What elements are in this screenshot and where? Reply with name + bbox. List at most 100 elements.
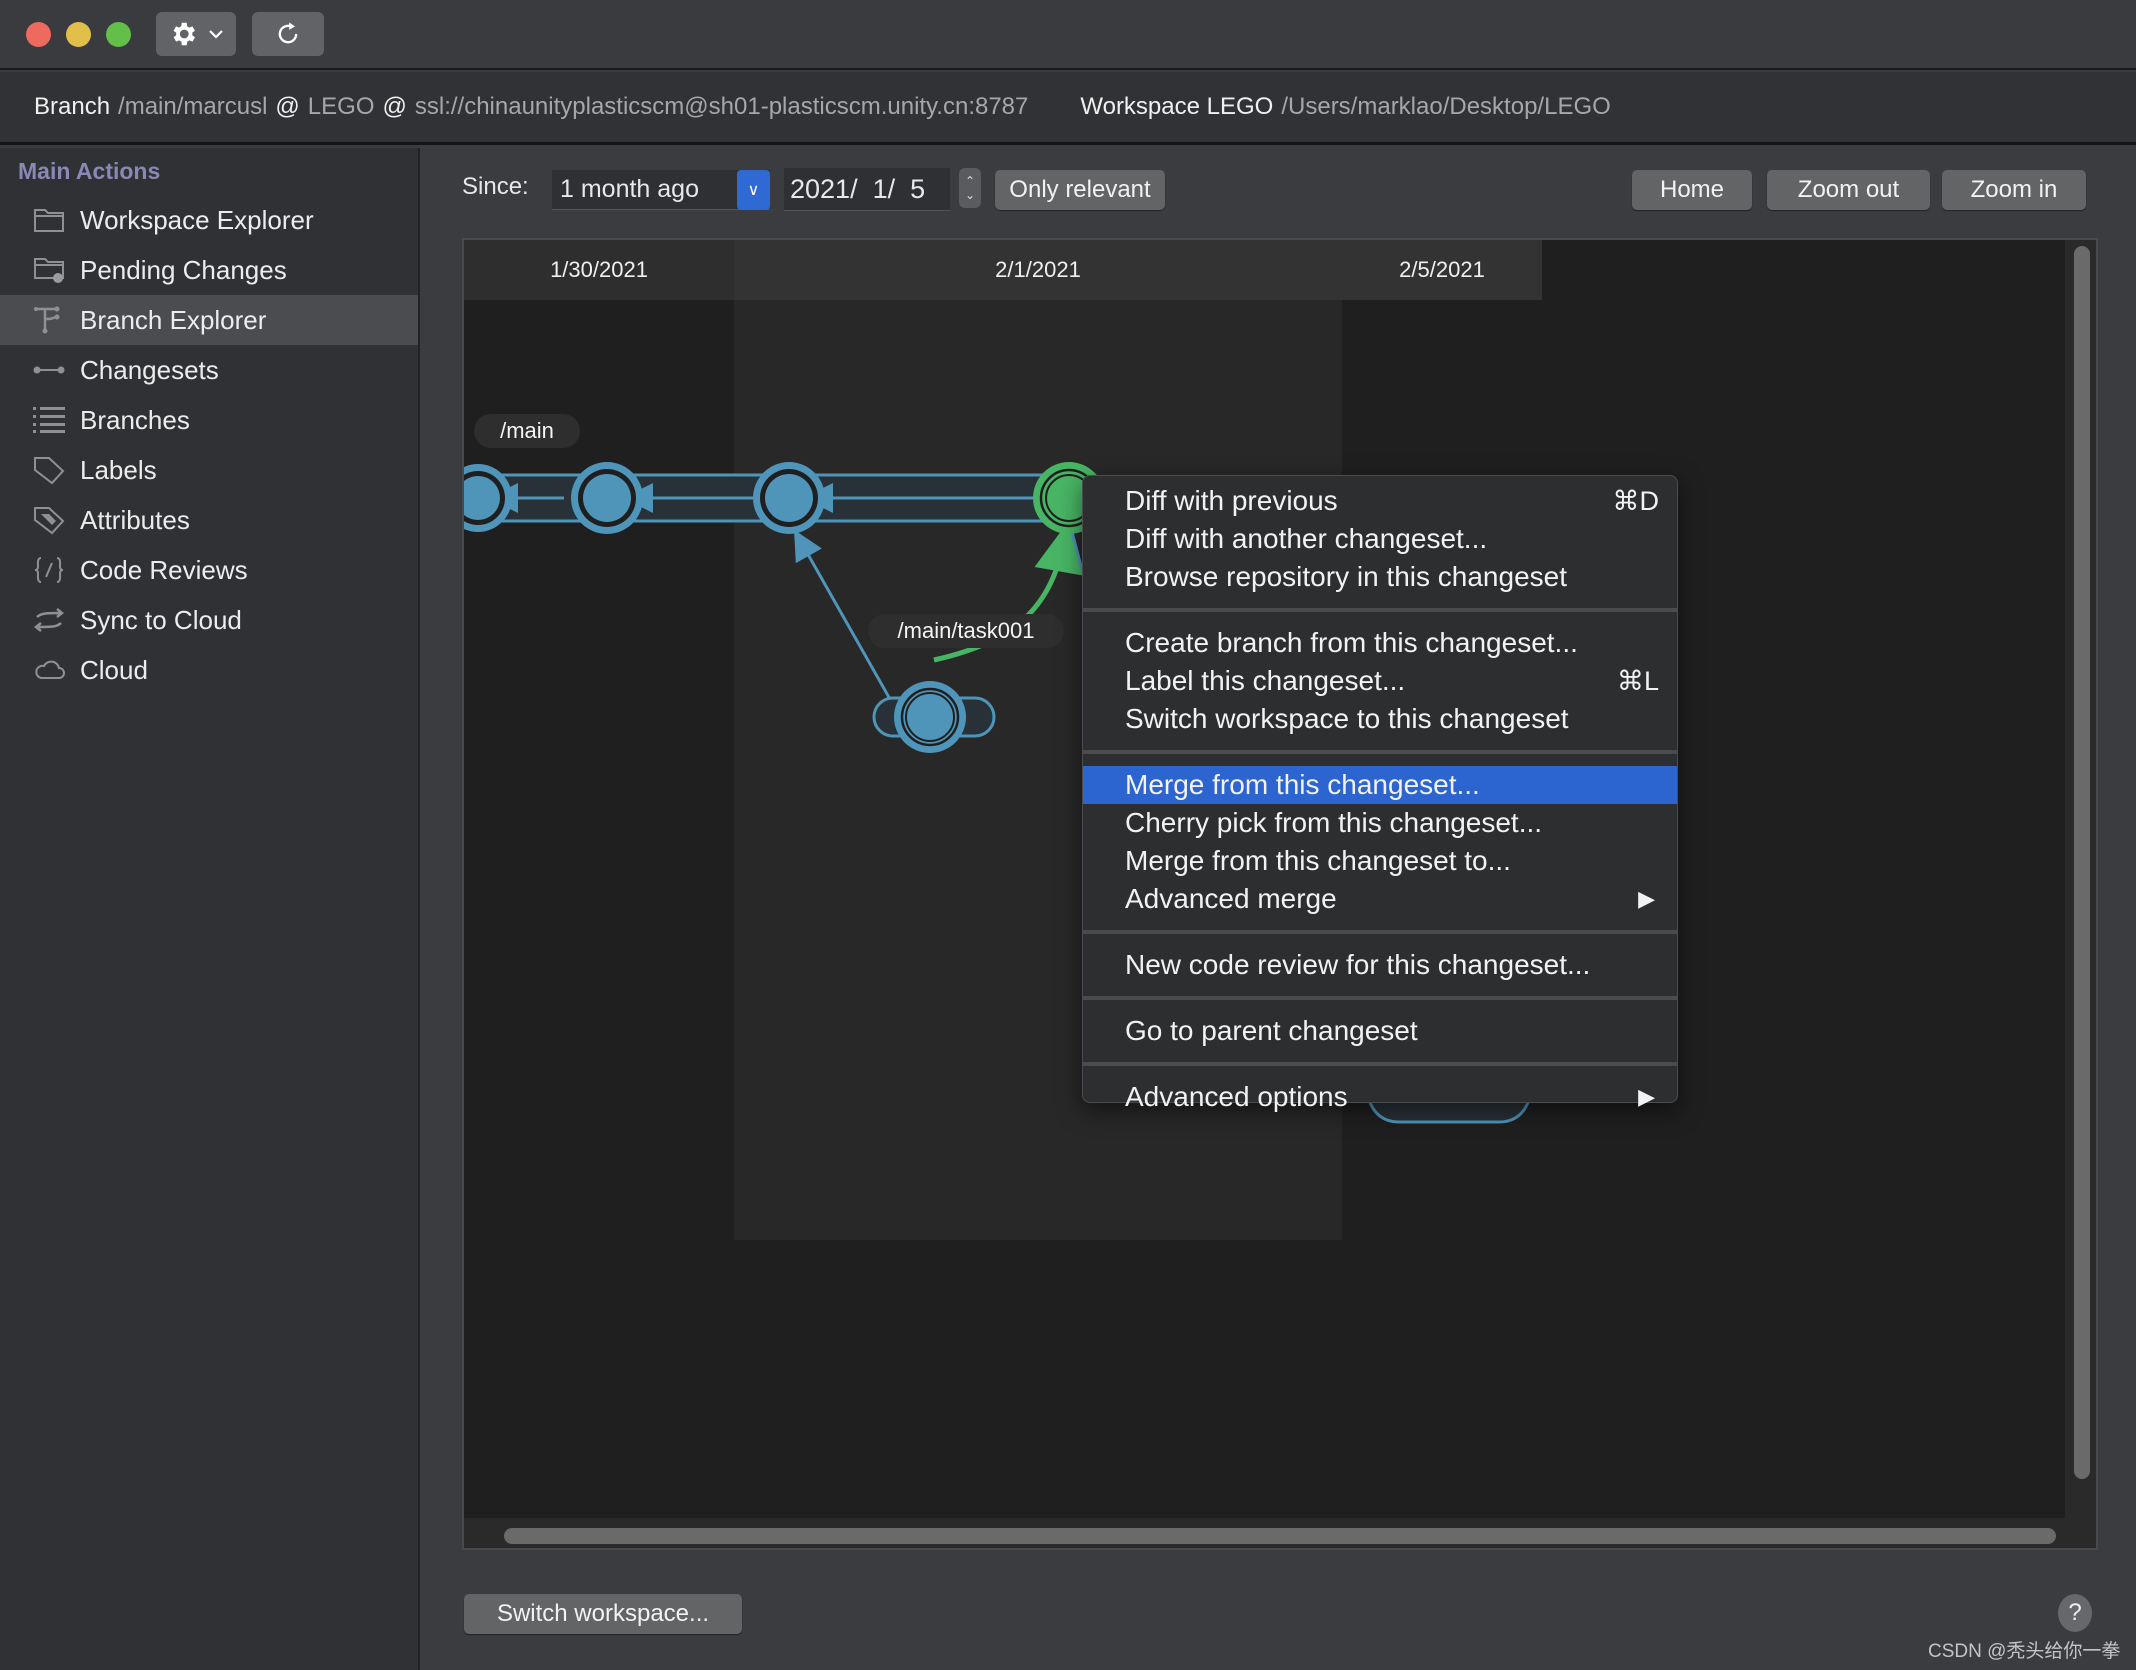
- vertical-scrollbar[interactable]: [2074, 246, 2090, 1479]
- watermark: CSDN @秃头给你一拳: [1928, 1641, 2121, 1662]
- sidebar-item-label: Changesets: [80, 354, 219, 385]
- menu-item-label: Diff with previous: [1125, 485, 1338, 516]
- shortcut-label: ⌘D: [1612, 485, 1660, 516]
- sidebar-section-title: Main Actions: [18, 158, 161, 184]
- sidebar-item-label: Sync to Cloud: [80, 604, 242, 635]
- menu-item-label: Advanced merge: [1125, 883, 1337, 914]
- menu-item-merge-from-to[interactable]: Merge from this changeset to...: [1083, 842, 1677, 880]
- sidebar-item-labels[interactable]: Labels: [0, 445, 418, 495]
- menu-item-label: Diff with another changeset...: [1125, 523, 1488, 554]
- switch-workspace-button[interactable]: Switch workspace...: [464, 1594, 742, 1634]
- since-label: Since:: [462, 173, 529, 200]
- menu-item-label: Cherry pick from this changeset...: [1125, 807, 1543, 838]
- chevron-down-icon[interactable]: ∨: [737, 170, 770, 210]
- branch-label-main[interactable]: /main: [474, 414, 580, 448]
- zoom-in-button[interactable]: Zoom in: [1942, 170, 2086, 210]
- menu-item-diff-with-another[interactable]: Diff with another changeset...: [1083, 520, 1677, 558]
- folder-pending-icon: [32, 255, 66, 285]
- list-icon: [32, 405, 66, 435]
- sidebar-item-branch-explorer[interactable]: Branch Explorer: [0, 295, 418, 345]
- branch-path: /main/marcusl: [118, 93, 268, 120]
- sidebar-item-attributes[interactable]: Attributes: [0, 495, 418, 545]
- sidebar-item-label: Branches: [80, 404, 190, 435]
- sidebar-item-code-reviews[interactable]: Code Reviews: [0, 545, 418, 595]
- chevron-down-icon: [209, 30, 223, 39]
- menu-item-go-to-parent[interactable]: Go to parent changeset: [1083, 1012, 1677, 1050]
- sidebar-item-cloud[interactable]: Cloud: [0, 645, 418, 695]
- shortcut-label: ⌘L: [1616, 665, 1659, 696]
- refresh-button[interactable]: [252, 12, 324, 56]
- gear-icon: [173, 22, 195, 46]
- sidebar-item-label: Attributes: [80, 504, 190, 535]
- server-address: ssl://chinaunityplasticscm@sh01-plastics…: [414, 93, 1029, 120]
- sidebar-item-sync-to-cloud[interactable]: Sync to Cloud: [0, 595, 418, 645]
- at-separator: @: [275, 93, 300, 120]
- sidebar-item-workspace-explorer[interactable]: Workspace Explorer: [0, 195, 418, 245]
- parent-link: [1070, 531, 1084, 571]
- help-button[interactable]: ?: [2058, 1594, 2092, 1632]
- menu-item-create-branch[interactable]: Create branch from this changeset...: [1083, 624, 1677, 662]
- menu-item-advanced-merge[interactable]: Advanced merge ▶: [1083, 880, 1677, 918]
- date-stepper[interactable]: ⌃ ⌄: [959, 168, 981, 208]
- since-dropdown[interactable]: 1 month ago ∨: [552, 170, 770, 210]
- sidebar-item-branches[interactable]: Branches: [0, 395, 418, 445]
- zoom-out-button[interactable]: Zoom out: [1767, 170, 1930, 210]
- workspace-label: Workspace LEGO: [1080, 93, 1274, 120]
- since-value: 1 month ago: [560, 175, 699, 203]
- menu-item-label: Merge from this changeset...: [1125, 769, 1480, 800]
- changeset-node[interactable]: [894, 681, 966, 753]
- changeset-node[interactable]: [753, 462, 825, 534]
- sidebar-item-label: Pending Changes: [80, 254, 287, 285]
- menu-item-cherry-pick[interactable]: Cherry pick from this changeset...: [1083, 804, 1677, 842]
- menu-item-merge-from[interactable]: Merge from this changeset...: [1083, 766, 1677, 804]
- at-separator: @: [382, 93, 407, 120]
- menu-item-label: Label this changeset...: [1125, 665, 1406, 696]
- menu-item-label: Create branch from this changeset...: [1125, 627, 1578, 658]
- menu-separator: [1083, 1062, 1677, 1066]
- menu-item-advanced-options[interactable]: Advanced options ▶: [1083, 1078, 1677, 1116]
- menu-separator: [1083, 750, 1677, 754]
- sync-icon: [32, 605, 66, 635]
- only-relevant-button[interactable]: Only relevant: [995, 170, 1165, 210]
- branch-label-task001[interactable]: /main/task001: [868, 614, 1064, 648]
- menu-item-label: Browse repository in this changeset: [1125, 561, 1567, 592]
- workspace-info-bar: Branch /main/marcusl @ LEGO @ ssl://chin…: [0, 72, 2136, 145]
- sidebar-item-label: Labels: [80, 454, 157, 485]
- branch-explorer-icon: [32, 305, 66, 335]
- menu-item-switch-workspace[interactable]: Switch workspace to this changeset: [1083, 700, 1677, 738]
- workspace-path: /Users/marklao/Desktop/LEGO: [1281, 93, 1611, 120]
- menu-item-label: Go to parent changeset: [1125, 1015, 1418, 1046]
- stepper-down-icon[interactable]: ⌄: [965, 188, 975, 202]
- horizontal-scrollbar[interactable]: [504, 1528, 2056, 1544]
- settings-menu-button[interactable]: [156, 12, 236, 56]
- menu-separator: [1083, 996, 1677, 1000]
- menu-item-label: Advanced options: [1125, 1081, 1348, 1112]
- menu-separator: [1083, 608, 1677, 612]
- plastic-scm-window: Branch /main/marcusl @ LEGO @ ssl://chin…: [0, 0, 2136, 1670]
- menu-item-browse-repository[interactable]: Browse repository in this changeset: [1083, 558, 1677, 596]
- changeset-context-menu: Diff with previous ⌘D Diff with another c…: [1082, 475, 1678, 1112]
- stepper-up-icon[interactable]: ⌃: [965, 174, 975, 188]
- sidebar: Main Actions Workspace Explorer Pending …: [0, 148, 420, 1670]
- changeset-node[interactable]: [571, 462, 643, 534]
- minimize-window-button[interactable]: [66, 22, 91, 47]
- title-bar: [0, 0, 2136, 70]
- sidebar-item-label: Cloud: [80, 654, 148, 685]
- home-button[interactable]: Home: [1632, 170, 1752, 210]
- menu-item-label-changeset[interactable]: Label this changeset... ⌘L: [1083, 662, 1677, 700]
- maximize-window-button[interactable]: [106, 22, 131, 47]
- menu-separator: [1083, 930, 1677, 934]
- menu-item-label: New code review for this changeset...: [1125, 949, 1591, 980]
- sidebar-item-pending-changes[interactable]: Pending Changes: [0, 245, 418, 295]
- menu-item-label: Switch workspace to this changeset: [1125, 703, 1569, 734]
- sidebar-item-label: Workspace Explorer: [80, 204, 314, 235]
- since-date-field[interactable]: 2021/ 1/ 5: [784, 168, 950, 211]
- code-review-icon: [32, 555, 66, 585]
- close-window-button[interactable]: [26, 22, 51, 47]
- submenu-arrow-icon: ▶: [1638, 1084, 1655, 1109]
- sidebar-item-changesets[interactable]: Changesets: [0, 345, 418, 395]
- branch-label: Branch: [34, 93, 111, 120]
- changesets-icon: [32, 355, 66, 385]
- menu-item-diff-with-previous[interactable]: Diff with previous ⌘D: [1083, 482, 1677, 520]
- menu-item-new-code-review[interactable]: New code review for this changeset...: [1083, 946, 1677, 984]
